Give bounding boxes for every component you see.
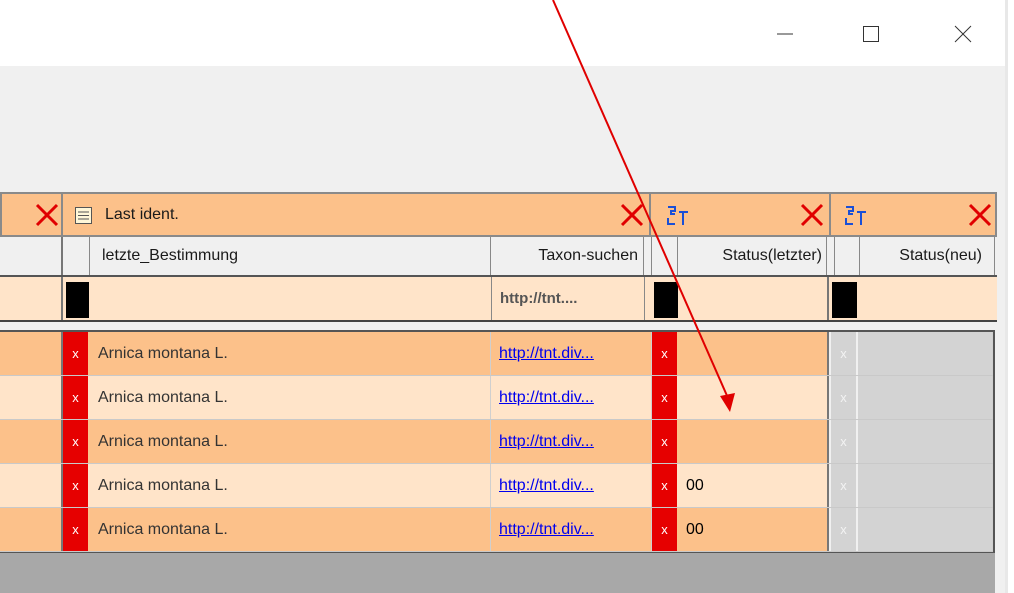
annotation-arrow-icon — [552, 0, 735, 412]
application-window: Last ident. letzte_Bestimmung Taxon-such… — [0, 0, 1014, 593]
